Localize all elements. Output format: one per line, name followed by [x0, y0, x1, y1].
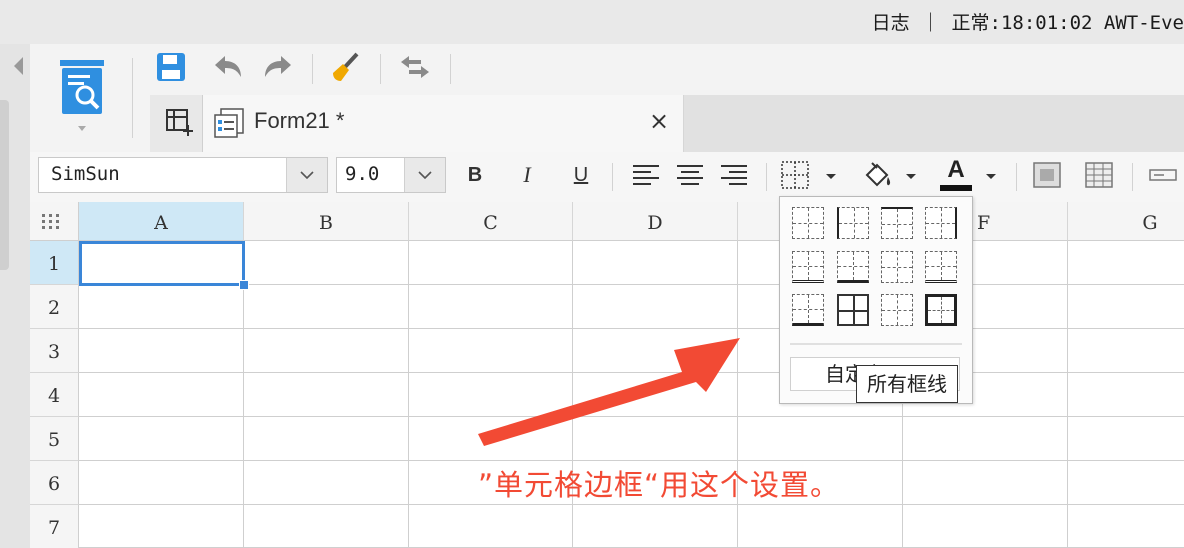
fill-color-icon[interactable] — [860, 158, 894, 192]
column-header-b[interactable]: B — [244, 202, 409, 241]
redo-icon[interactable] — [262, 50, 296, 84]
font-size-value: 9.0 — [345, 163, 380, 185]
chevron-down-icon[interactable] — [286, 158, 327, 192]
grid-add-icon — [164, 107, 194, 141]
tooltip-all-borders: 所有框线 — [856, 365, 958, 403]
align-right-icon[interactable] — [717, 158, 751, 192]
border-dropdown-arrow-icon[interactable] — [826, 174, 836, 179]
row-header-5[interactable]: 5 — [30, 417, 79, 461]
status-bar: 日志 ｜ 正常:18:01:02 AWT-Eve — [0, 0, 1184, 44]
row-header-6[interactable]: 6 — [30, 461, 79, 505]
font-size-select[interactable]: 9.0 — [336, 157, 446, 193]
toolbar-separator — [612, 163, 613, 191]
align-center-icon[interactable] — [673, 158, 707, 192]
preview-icon[interactable] — [58, 56, 108, 118]
toolbar-separator — [380, 54, 381, 84]
font-name-select[interactable]: SimSun — [38, 157, 328, 193]
dropdown-divider — [790, 343, 962, 345]
annotation-text: ”单元格边框“用这个设置。 — [478, 468, 841, 502]
border-option-top-bottom-icon[interactable] — [925, 251, 957, 283]
toolbar-separator — [1016, 163, 1017, 191]
border-option-inner-icon[interactable] — [881, 251, 913, 283]
toolbar-separator — [132, 58, 133, 138]
column-header-d[interactable]: D — [573, 202, 738, 241]
align-left-icon[interactable] — [629, 158, 663, 192]
font-color-glyph: A — [947, 156, 965, 183]
border-option-thick-outside-icon[interactable] — [925, 294, 957, 326]
row-header-4[interactable]: 4 — [30, 373, 79, 417]
collapse-arrow-icon[interactable] — [14, 57, 23, 75]
italic-button[interactable]: I — [510, 158, 544, 192]
column-header-c[interactable]: C — [409, 202, 573, 241]
fill-dropdown-arrow-icon[interactable] — [906, 174, 916, 179]
undo-icon[interactable] — [210, 50, 244, 84]
selected-cell-a1[interactable] — [79, 241, 245, 286]
row-header-7[interactable]: 7 — [30, 505, 79, 548]
underline-button[interactable]: U — [564, 158, 598, 192]
border-option-all-icon[interactable] — [837, 294, 869, 326]
border-option-right-icon[interactable] — [925, 207, 957, 239]
merge-cells-icon[interactable] — [1030, 158, 1064, 192]
select-all-corner[interactable] — [30, 202, 79, 241]
font-color-dropdown-arrow-icon[interactable] — [986, 174, 996, 179]
grid-line — [408, 241, 409, 548]
status-text: 日志 ｜ 正常:18:01:02 AWT-Eve — [871, 12, 1184, 34]
format-painter-icon[interactable] — [328, 50, 362, 84]
table-grid-icon[interactable] — [1082, 158, 1116, 192]
bold-button[interactable]: B — [458, 158, 492, 192]
border-option-none-icon[interactable] — [792, 207, 824, 239]
border-icon[interactable] — [778, 158, 812, 192]
border-option-bottom-double-icon[interactable] — [792, 251, 824, 283]
row-header-2[interactable]: 2 — [30, 285, 79, 329]
fill-handle[interactable] — [239, 280, 249, 290]
grid-line — [1067, 241, 1068, 548]
border-option-top-thick-bottom-icon[interactable] — [792, 294, 824, 326]
border-option-left-icon[interactable] — [837, 207, 869, 239]
grid-line — [79, 460, 1184, 461]
preview-dropdown-icon[interactable] — [78, 126, 86, 131]
toolbar-separator — [450, 54, 451, 84]
chevron-down-icon[interactable] — [404, 158, 445, 192]
toolbar-separator — [766, 163, 767, 191]
save-icon[interactable] — [154, 50, 188, 84]
column-header-a[interactable]: A — [79, 202, 244, 241]
close-icon[interactable]: × — [649, 107, 669, 135]
textbox-icon[interactable] — [1146, 158, 1180, 192]
font-name-value: SimSun — [51, 163, 120, 185]
swap-icon[interactable] — [398, 50, 432, 84]
column-header-g[interactable]: G — [1068, 202, 1184, 241]
row-header-3[interactable]: 3 — [30, 329, 79, 373]
grid-line — [79, 504, 1184, 505]
border-option-top-icon[interactable] — [881, 207, 913, 239]
toolbar-separator — [1132, 163, 1133, 191]
border-option-bottom-thick-icon[interactable] — [837, 251, 869, 283]
row-header-1[interactable]: 1 — [30, 241, 79, 285]
form-icon — [213, 107, 245, 143]
tab-form21[interactable]: Form21 * × — [203, 95, 684, 152]
annotation-arrow-icon — [478, 338, 740, 446]
border-option-inside-icon[interactable] — [881, 294, 913, 326]
left-scrollbar[interactable] — [0, 100, 9, 270]
tab-new-grid[interactable] — [150, 95, 203, 152]
font-color-icon[interactable]: A — [940, 157, 972, 193]
toolbar-separator — [312, 54, 313, 84]
tab-label: Form21 * — [254, 108, 345, 133]
